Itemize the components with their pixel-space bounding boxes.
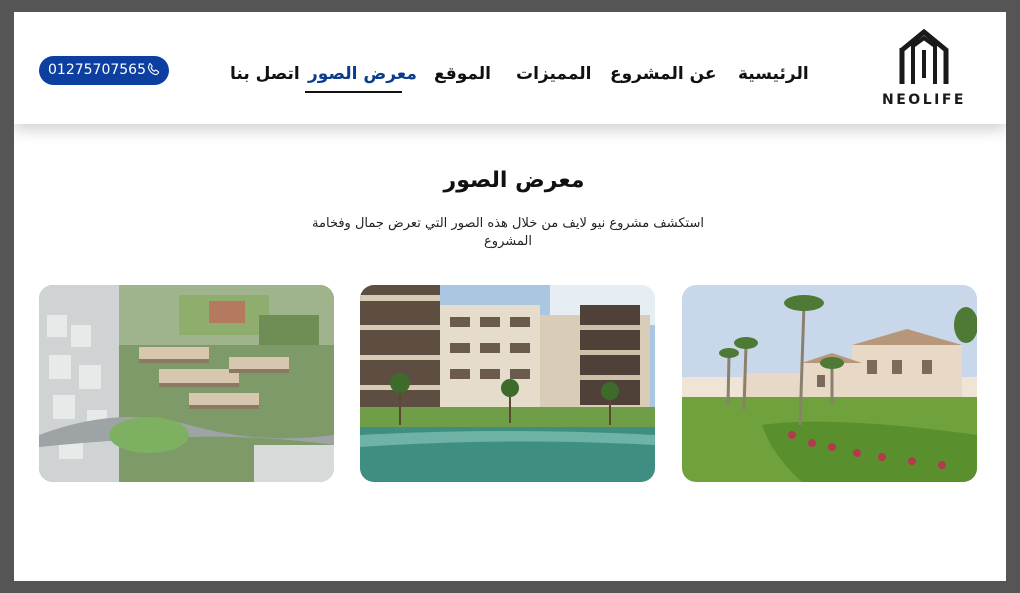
site-header: NEOLIFE الرئيسية عن المشروع المميزات الم… xyxy=(14,12,1006,124)
villas-with-palm-trees-photo xyxy=(682,285,977,482)
nav-item-about[interactable]: عن المشروع xyxy=(610,64,717,84)
gallery-image-villas[interactable] xyxy=(682,285,977,482)
page-frame: NEOLIFE الرئيسية عن المشروع المميزات الم… xyxy=(14,12,1006,581)
nav-active-underline xyxy=(305,91,402,93)
brand-name: NEOLIFE xyxy=(882,92,966,108)
neolife-logo-icon xyxy=(899,28,949,84)
nav-item-contact[interactable]: اتصل بنا xyxy=(230,64,300,84)
nav-item-home[interactable]: الرئيسية xyxy=(738,64,809,84)
gallery-image-aerial[interactable] xyxy=(39,285,334,482)
phone-number: 01275707565 xyxy=(48,62,146,78)
aerial-compound-view-photo xyxy=(39,285,334,482)
nav-item-features[interactable]: المميزات xyxy=(516,64,591,84)
nav-item-location[interactable]: الموقع xyxy=(434,64,491,84)
gallery-description: استكشف مشروع نيو لايف من خلال هذه الصور … xyxy=(312,216,704,249)
phone-icon xyxy=(147,63,160,76)
phone-button[interactable]: 01275707565 xyxy=(39,56,169,85)
nav-item-gallery[interactable]: معرض الصور xyxy=(308,64,417,84)
apartment-buildings-with-lake-photo xyxy=(360,285,655,482)
gallery-image-apartments[interactable] xyxy=(360,285,655,482)
gallery-title: معرض الصور xyxy=(443,168,585,193)
neolife-logo[interactable]: NEOLIFE xyxy=(876,28,972,112)
